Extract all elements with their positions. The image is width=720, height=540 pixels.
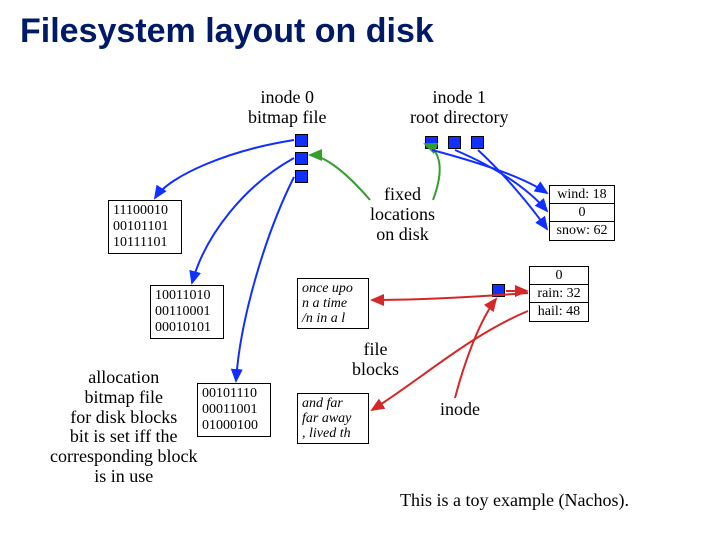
inode-entry-1: rain: 32 (530, 285, 588, 303)
file-block-1: and far far away , lived th (297, 393, 369, 444)
label-inode0: inode 0 bitmap file (248, 88, 326, 128)
label-inode: inode (440, 400, 480, 420)
file1-r2: , lived th (302, 426, 364, 441)
bitmap2-r1: 00011001 (202, 402, 266, 418)
bitmap1-r2: 00010101 (155, 320, 219, 336)
inode0-ptr-0 (295, 134, 308, 147)
inode1-ptr-0 (425, 136, 438, 149)
footnote: This is a toy example (Nachos). (400, 490, 629, 511)
rootdir-entry-0: wind: 18 (550, 186, 614, 204)
label-fixed: fixed locations on disk (370, 185, 435, 244)
bitmap-block-2: 00101110 00011001 01000100 (197, 383, 271, 437)
bitmap-block-1: 10011010 00110001 00010101 (150, 285, 224, 339)
slide-title: Filesystem layout on disk (20, 12, 434, 51)
inode0-blocks (295, 134, 308, 183)
file1-r0: and far (302, 396, 364, 411)
inode-entry-0: 0 (530, 267, 588, 285)
bitmap2-r2: 01000100 (202, 418, 266, 434)
bitmap2-r0: 00101110 (202, 386, 266, 402)
file0-r0: once upo (302, 281, 364, 296)
inode0-ptr-2 (295, 170, 308, 183)
bitmap-block-0: 11100010 00101101 10111101 (108, 200, 182, 254)
label-inode1: inode 1 root directory (410, 88, 508, 128)
inode-entry-2: hail: 48 (530, 303, 588, 321)
rootdir-entry-1: 0 (550, 204, 614, 222)
rootdir-entry-2: snow: 62 (550, 222, 614, 240)
inode1-ptr-1 (448, 136, 461, 149)
inode-square (492, 284, 505, 297)
bitmap0-r1: 00101101 (113, 219, 177, 235)
label-alloc: allocation bitmap file for disk blocks b… (50, 368, 197, 487)
file0-r2: /n in a l (302, 311, 364, 326)
inode1-blocks (425, 136, 484, 149)
bitmap1-r1: 00110001 (155, 304, 219, 320)
slide: Filesystem layout on disk inode 0 bitmap… (0, 0, 720, 540)
inode-entries: 0 rain: 32 hail: 48 (529, 266, 589, 322)
file1-r1: far away (302, 411, 364, 426)
bitmap1-r0: 10011010 (155, 288, 219, 304)
inode0-ptr-1 (295, 152, 308, 165)
file-block-0: once upo n a time /n in a l (297, 278, 369, 329)
label-fileblocks: file blocks (352, 340, 399, 380)
bitmap0-r2: 10111101 (113, 235, 177, 251)
file0-r1: n a time (302, 296, 364, 311)
inode1-ptr-2 (471, 136, 484, 149)
bitmap0-r0: 11100010 (113, 203, 177, 219)
rootdir-entries: wind: 18 0 snow: 62 (549, 185, 615, 241)
